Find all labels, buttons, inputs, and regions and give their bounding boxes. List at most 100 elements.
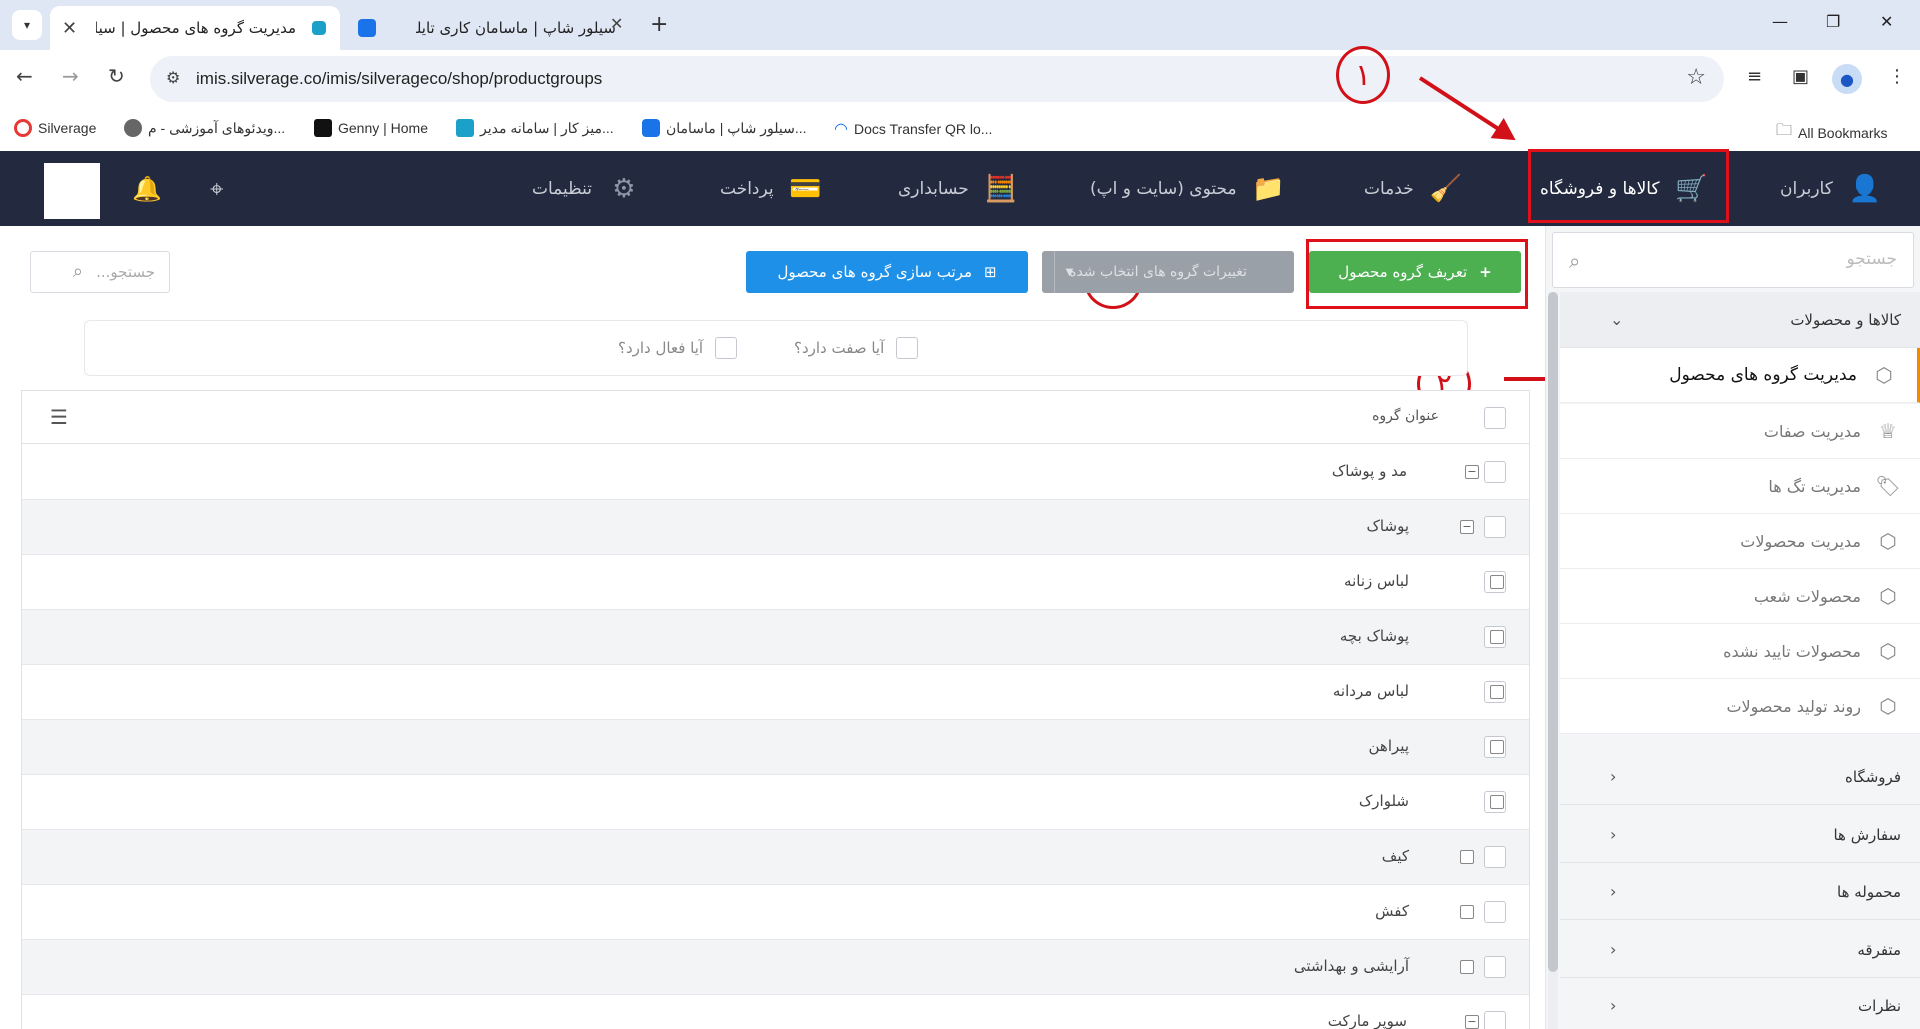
reload-icon[interactable]: ↻ bbox=[108, 64, 125, 88]
box-icon: ⬡ bbox=[1879, 639, 1897, 663]
table-row[interactable]: − سوپر مارکت bbox=[22, 995, 1529, 1029]
menu-content[interactable]: 📁 محتوی (سایت و اپ) bbox=[1090, 151, 1289, 226]
table-row[interactable]: شلوارک bbox=[22, 775, 1529, 830]
bookmark-workdesk[interactable]: میز کار | سامانه مدیر... bbox=[456, 119, 614, 137]
crosshair-icon[interactable]: ⌖ bbox=[210, 175, 224, 203]
bookmark-videos[interactable]: ویدئوهای آموزشی - م... bbox=[124, 119, 285, 137]
close-tab-icon[interactable]: ✕ bbox=[62, 18, 77, 39]
restore-icon[interactable]: ❐ bbox=[1826, 12, 1840, 31]
window-close-icon[interactable]: ✕ bbox=[1880, 12, 1893, 31]
select-all-checkbox[interactable] bbox=[1484, 407, 1506, 429]
row-checkbox[interactable] bbox=[1484, 1011, 1506, 1029]
tab-list-button[interactable]: ▾ bbox=[12, 10, 42, 40]
browser-tabstrip: ▾ مدیریت گروه های محصول | سیلو ✕ سیلور ش… bbox=[0, 0, 1920, 50]
tree-node-icon[interactable] bbox=[1490, 740, 1504, 754]
sidebar-item-label: محصولات شعب bbox=[1753, 586, 1861, 606]
caret-down-icon[interactable]: ▼ bbox=[1054, 251, 1084, 293]
menu-users[interactable]: 👤 کاربران bbox=[1780, 151, 1885, 226]
define-product-group-button[interactable]: + تعریف گروه محصول bbox=[1309, 251, 1521, 293]
bookmark-genny[interactable]: Genny | Home bbox=[314, 119, 428, 137]
filter-label: آیا صفت دارد؟ bbox=[794, 339, 885, 357]
tree-node-icon[interactable] bbox=[1490, 575, 1504, 589]
sidebar-search-input[interactable]: ⌕ جستجو bbox=[1552, 232, 1914, 288]
bookmark-docs-transfer[interactable]: ◠ Docs Transfer QR lo... bbox=[834, 119, 992, 139]
menu-settings[interactable]: ⚙ تنظیمات bbox=[532, 151, 644, 226]
list-view-icon[interactable]: ☰ bbox=[50, 405, 68, 429]
tree-node-icon[interactable] bbox=[1460, 905, 1474, 919]
sort-product-groups-button[interactable]: ⊞ مرتب سازی گروه های محصول bbox=[746, 251, 1028, 293]
folder-icon: 🗀 bbox=[1776, 122, 1793, 139]
tree-node-icon[interactable] bbox=[1460, 850, 1474, 864]
sidebar-item-products[interactable]: ⬡ مدیریت محصولات bbox=[1560, 514, 1920, 569]
has-attribute-checkbox[interactable] bbox=[896, 337, 919, 359]
bookmark-silvershop[interactable]: سیلور شاپ | ماسامان... bbox=[642, 119, 807, 137]
sidebar-scrollbar-thumb[interactable] bbox=[1548, 292, 1558, 972]
profile-avatar[interactable]: ● bbox=[1832, 64, 1862, 94]
sidebar-group-label: کالاها و محصولات bbox=[1790, 310, 1901, 329]
address-bar[interactable]: ⚙ imis.silverage.co/imis/silverageco/sho… bbox=[150, 56, 1724, 102]
sidebar-search-placeholder: جستجو bbox=[1846, 249, 1897, 269]
tree-node-icon[interactable] bbox=[1490, 795, 1504, 809]
collapse-icon[interactable]: − bbox=[1460, 520, 1474, 534]
sidebar-item-product-groups[interactable]: ⬡ مدیریت گروه های محصول bbox=[1560, 348, 1920, 403]
bulk-actions-button[interactable]: تغییرات گروه های انتخاب شده ▼ bbox=[1042, 251, 1294, 293]
sidebar-section-misc[interactable]: متفرقه ‹ bbox=[1560, 922, 1920, 978]
sidebar-section-shipments[interactable]: محموله ها ‹ bbox=[1560, 864, 1920, 920]
forward-icon[interactable]: → bbox=[62, 64, 79, 88]
row-checkbox[interactable] bbox=[1484, 956, 1506, 978]
sidebar-item-production-flow[interactable]: ⬡ روند تولید محصولات bbox=[1560, 679, 1920, 734]
row-checkbox[interactable] bbox=[1484, 461, 1506, 483]
tree-node-icon[interactable] bbox=[1460, 960, 1474, 974]
menu-payment[interactable]: 💳 پرداخت bbox=[720, 151, 826, 226]
table-row[interactable]: کیف bbox=[22, 830, 1529, 885]
sidebar-section-store[interactable]: فروشگاه ‹ bbox=[1560, 749, 1920, 805]
sidebar-item-branch-products[interactable]: ⬡ محصولات شعب bbox=[1560, 569, 1920, 624]
row-checkbox[interactable] bbox=[1484, 846, 1506, 868]
table-row[interactable]: لباس زنانه bbox=[22, 555, 1529, 610]
table-row[interactable]: پوشاک بچه bbox=[22, 610, 1529, 665]
filter-panel: آیا صفت دارد؟ آیا فعال دارد؟ bbox=[84, 320, 1468, 376]
sidebar-section-comments[interactable]: نظرات ‹ bbox=[1560, 978, 1920, 1029]
table-row[interactable]: − مد و پوشاک bbox=[22, 445, 1529, 500]
media-icon[interactable]: ≡ bbox=[1747, 66, 1762, 87]
minimize-icon[interactable]: — bbox=[1772, 12, 1788, 31]
collapse-icon[interactable]: − bbox=[1465, 1015, 1479, 1029]
grid-search-input[interactable]: ⌕ جستجو... bbox=[30, 251, 170, 293]
tree-node-icon[interactable] bbox=[1490, 685, 1504, 699]
table-row[interactable]: آرایشی و بهداشتی bbox=[22, 940, 1529, 995]
menu-accounting[interactable]: 🧮 حسابداری bbox=[898, 151, 1021, 226]
sidebar-item-tags[interactable]: 🏷 مدیریت تگ ها bbox=[1560, 459, 1920, 514]
bookmark-silverage[interactable]: Silverage bbox=[14, 119, 96, 137]
row-checkbox[interactable] bbox=[1484, 901, 1506, 923]
sidebar-item-unapproved-products[interactable]: ⬡ محصولات تایید نشده bbox=[1560, 624, 1920, 679]
all-bookmarks[interactable]: 🗀 All Bookmarks bbox=[1776, 119, 1887, 146]
sidebar-item-attributes[interactable]: ♕ مدیریت صفات bbox=[1560, 404, 1920, 459]
tab-active[interactable]: مدیریت گروه های محصول | سیلو ✕ bbox=[50, 6, 340, 50]
side-panel-icon[interactable]: ▣ bbox=[1792, 66, 1809, 87]
bell-icon[interactable]: 🔔 bbox=[132, 175, 162, 203]
app-logo[interactable] bbox=[44, 163, 100, 219]
back-icon[interactable]: ← bbox=[16, 64, 33, 88]
table-row[interactable]: لباس مردانه bbox=[22, 665, 1529, 720]
filter-is-active[interactable]: آیا فعال دارد؟ bbox=[618, 337, 738, 359]
row-title: پوشاک bbox=[1366, 517, 1410, 535]
sidebar-group-products[interactable]: کالاها و محصولات ⌄ bbox=[1560, 292, 1920, 348]
row-checkbox[interactable] bbox=[1484, 516, 1506, 538]
site-info-icon[interactable]: ⚙ bbox=[166, 68, 180, 87]
tab-inactive[interactable]: سیلور شاپ | ماسامان کاری تایلند ✕ bbox=[350, 6, 640, 50]
is-active-checkbox[interactable] bbox=[715, 337, 738, 359]
sidebar-item-label: مدیریت محصولات bbox=[1740, 531, 1861, 551]
filter-has-attribute[interactable]: آیا صفت دارد؟ bbox=[794, 337, 919, 359]
sidebar-section-orders[interactable]: سفارش ها ‹ bbox=[1560, 807, 1920, 863]
bookmark-star-icon[interactable]: ☆ bbox=[1686, 65, 1706, 90]
chevron-left-icon: ‹ bbox=[1610, 940, 1617, 959]
table-row[interactable]: − پوشاک bbox=[22, 500, 1529, 555]
tree-node-icon[interactable] bbox=[1490, 630, 1504, 644]
table-row[interactable]: کفش bbox=[22, 885, 1529, 940]
collapse-icon[interactable]: − bbox=[1465, 465, 1479, 479]
table-row[interactable]: پیراهن bbox=[22, 720, 1529, 775]
menu-kebab-icon[interactable]: ⋮ bbox=[1888, 66, 1906, 87]
new-tab-button[interactable]: + bbox=[650, 12, 668, 37]
menu-services[interactable]: 🧹 خدمات bbox=[1364, 151, 1466, 226]
close-tab-icon[interactable]: ✕ bbox=[610, 14, 623, 33]
